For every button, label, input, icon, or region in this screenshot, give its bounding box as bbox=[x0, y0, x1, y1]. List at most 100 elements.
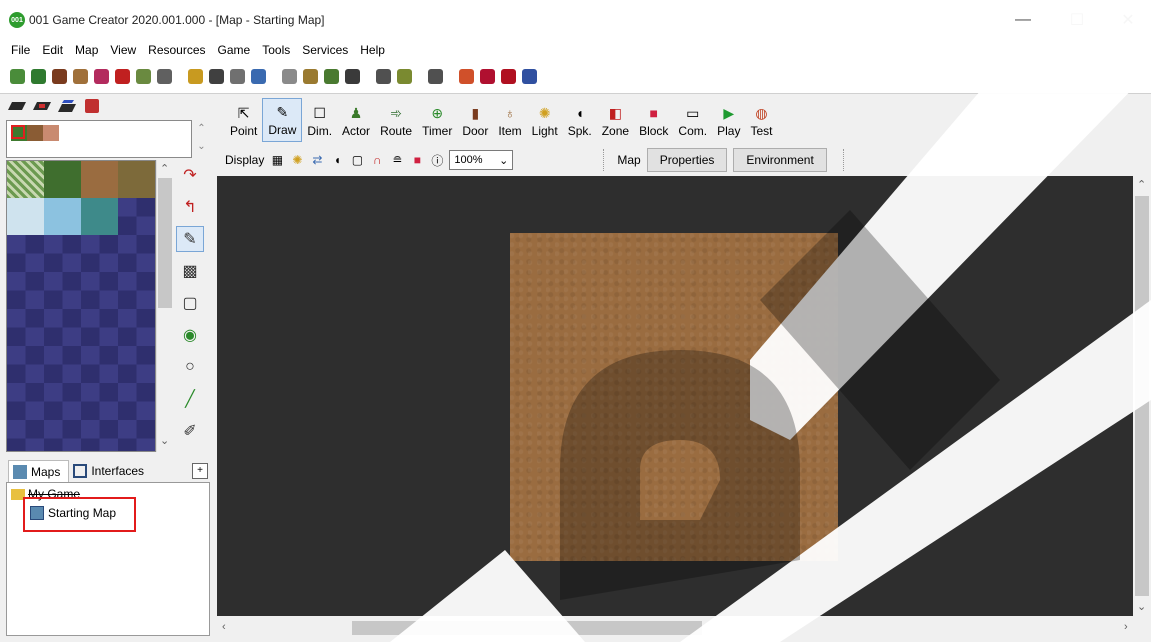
gamepad-icon[interactable] bbox=[376, 69, 391, 84]
zone-icon: ◧ bbox=[608, 104, 622, 121]
actor-button[interactable]: ♟ Actor bbox=[337, 98, 375, 142]
close-button[interactable]: ✕ bbox=[1105, 6, 1151, 34]
properties-button[interactable]: Properties bbox=[646, 148, 728, 172]
route-toggle-icon[interactable]: ⇄ bbox=[309, 152, 325, 168]
graph-icon[interactable] bbox=[251, 69, 266, 84]
timer-label: Timer bbox=[422, 124, 453, 138]
route-icon: ➾ bbox=[390, 104, 402, 121]
line-tool-icon[interactable]: ╱ bbox=[176, 386, 204, 412]
menu-game[interactable]: Game bbox=[212, 43, 257, 57]
media-icon[interactable] bbox=[480, 69, 495, 84]
tile-checkered-grass[interactable] bbox=[7, 161, 44, 198]
block-layer-icon[interactable] bbox=[81, 98, 103, 114]
comment-label: Com. bbox=[678, 124, 708, 138]
palette-scrollbar[interactable]: ⌃ ⌄ bbox=[156, 160, 173, 452]
tile-water-light[interactable] bbox=[44, 198, 81, 235]
tile-ice[interactable] bbox=[7, 198, 44, 235]
info-toggle-icon[interactable]: ⓘ bbox=[429, 152, 445, 168]
tile-mud[interactable] bbox=[118, 161, 155, 198]
door-resource-icon[interactable] bbox=[52, 69, 67, 84]
light-button[interactable]: ✺ Light bbox=[527, 98, 563, 142]
variables-icon[interactable] bbox=[136, 69, 151, 84]
menu-services[interactable]: Services bbox=[296, 43, 354, 57]
object-layer-icon[interactable] bbox=[56, 98, 78, 114]
abilities-icon[interactable] bbox=[230, 69, 245, 84]
preview-scrollbar[interactable]: ⌃ ⌄ bbox=[193, 120, 210, 158]
test-button[interactable]: ◍ Test bbox=[745, 98, 777, 142]
film-icon[interactable]: ▦ bbox=[269, 152, 285, 168]
route-button[interactable]: ➾ Route bbox=[375, 98, 417, 142]
tile-water-deep[interactable] bbox=[81, 198, 118, 235]
menu-resources[interactable]: Resources bbox=[142, 43, 211, 57]
map-vertical-scrollbar[interactable]: ⌃ ⌄ bbox=[1133, 176, 1151, 616]
export-icon[interactable] bbox=[501, 69, 516, 84]
characters-icon[interactable] bbox=[31, 69, 46, 84]
redo-arrow-icon[interactable]: ↷ bbox=[176, 162, 204, 188]
menu-file[interactable]: File bbox=[5, 43, 36, 57]
ellipse-tool-icon[interactable]: ○ bbox=[176, 354, 204, 380]
speaker-button[interactable]: ◖ Spk. bbox=[563, 98, 597, 142]
map-horizontal-scrollbar[interactable]: ‹ › bbox=[217, 616, 1151, 642]
menu-view[interactable]: View bbox=[104, 43, 142, 57]
eyedropper-icon[interactable]: ✐ bbox=[176, 418, 204, 444]
tilesets-icon[interactable] bbox=[397, 69, 412, 84]
block-toggle-icon[interactable]: ■ bbox=[409, 152, 425, 168]
tile-grass[interactable] bbox=[44, 161, 81, 198]
fonts-icon[interactable] bbox=[115, 69, 130, 84]
tab-interfaces[interactable]: Interfaces bbox=[69, 460, 153, 482]
tab-maps-label: Maps bbox=[31, 464, 61, 479]
maximize-button[interactable]: ☐ bbox=[1054, 6, 1100, 34]
filled-ellipse-icon[interactable]: ◉ bbox=[176, 322, 204, 348]
menu-tools[interactable]: Tools bbox=[256, 43, 296, 57]
music-icon[interactable] bbox=[94, 69, 109, 84]
grid-toggle-icon[interactable]: ▢ bbox=[349, 152, 365, 168]
play-button[interactable]: ▶ Play bbox=[712, 98, 745, 142]
scripts-icon[interactable] bbox=[303, 69, 318, 84]
point-button[interactable]: ⇱ Point bbox=[225, 98, 262, 142]
square-icon: ☐ bbox=[313, 104, 326, 121]
draw-button[interactable]: ✎ Draw bbox=[262, 98, 303, 142]
zone-label: Zone bbox=[601, 124, 630, 138]
layers-toggle-icon[interactable]: ≘ bbox=[389, 152, 405, 168]
door-button[interactable]: ▮ Door bbox=[457, 98, 493, 142]
database-icon[interactable] bbox=[345, 69, 360, 84]
menu-map[interactable]: Map bbox=[69, 43, 104, 57]
save-icon[interactable] bbox=[522, 69, 537, 84]
lists-icon[interactable] bbox=[157, 69, 172, 84]
items-icon[interactable] bbox=[73, 69, 88, 84]
settings-gear-icon[interactable] bbox=[428, 69, 443, 84]
speaker-label: Spk. bbox=[567, 124, 592, 138]
zone-button[interactable]: ◧ Zone bbox=[597, 98, 634, 142]
test-game-icon[interactable] bbox=[459, 69, 474, 84]
stats-icon[interactable] bbox=[209, 69, 224, 84]
block-button[interactable]: ■ Block bbox=[634, 98, 673, 142]
add-map-icon[interactable]: + bbox=[192, 463, 208, 479]
party-icon[interactable] bbox=[188, 69, 203, 84]
menu-help[interactable]: Help bbox=[354, 43, 391, 57]
map-tile-area[interactable] bbox=[510, 233, 838, 561]
comment-button[interactable]: ▭ Com. bbox=[673, 98, 712, 142]
environment-button[interactable]: Environment bbox=[733, 148, 827, 172]
light-toggle-icon[interactable]: ✺ bbox=[289, 152, 305, 168]
map-canvas[interactable] bbox=[217, 176, 1133, 616]
rectangle-tool-icon[interactable]: ▢ bbox=[176, 290, 204, 316]
item-button[interactable]: ♁ Item bbox=[493, 98, 526, 142]
timer-button[interactable]: ⊕ Timer bbox=[417, 98, 457, 142]
player-icon[interactable] bbox=[10, 69, 25, 84]
pencil-tool-icon[interactable]: ✎ bbox=[176, 226, 204, 252]
fill-pattern-icon[interactable]: ▩ bbox=[176, 258, 204, 284]
zoom-select[interactable]: 100% ⌄ bbox=[449, 150, 514, 170]
zone-toggle-icon[interactable]: ∩ bbox=[369, 152, 385, 168]
tile-palette[interactable] bbox=[6, 160, 156, 452]
floor-layer-icon[interactable] bbox=[6, 98, 28, 114]
minimize-button[interactable]: — bbox=[1000, 6, 1046, 34]
dim-button[interactable]: ☐ Dim. bbox=[302, 98, 337, 142]
equations-icon[interactable] bbox=[282, 69, 297, 84]
undo-arrow-icon[interactable]: ↰ bbox=[176, 194, 204, 220]
sound-toggle-icon[interactable]: ◖ bbox=[329, 152, 345, 168]
tab-maps[interactable]: Maps bbox=[8, 460, 70, 482]
menu-edit[interactable]: Edit bbox=[36, 43, 69, 57]
tile-dirt[interactable] bbox=[81, 161, 118, 198]
wall-layer-icon[interactable] bbox=[31, 98, 53, 114]
scrolls-icon[interactable] bbox=[324, 69, 339, 84]
